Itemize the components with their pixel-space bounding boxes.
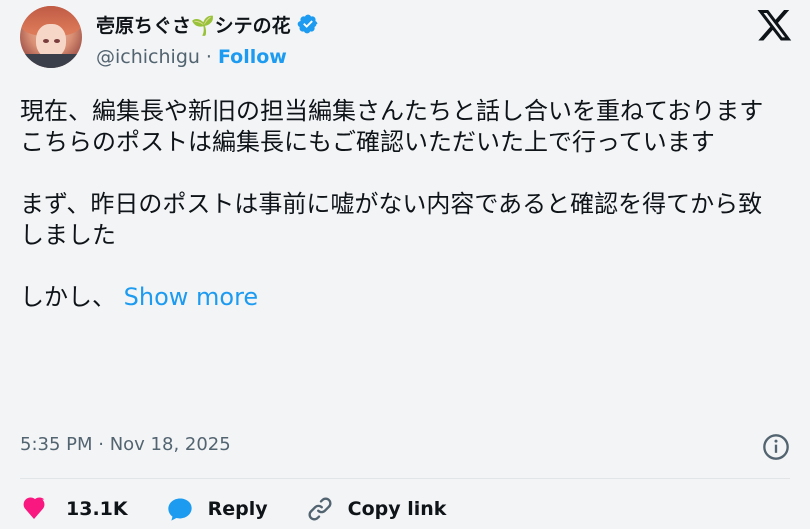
avatar-eye [54, 39, 60, 43]
avatar-eye [43, 39, 49, 43]
heart-icon [23, 497, 45, 519]
avatar[interactable] [20, 6, 82, 68]
copy-link-label: Copy link [347, 498, 447, 520]
tweet-body: 現在、編集長や新旧の担当編集さんたちと話し合いを重ねております こちらのポストは… [20, 97, 764, 311]
handle-row: @ichichigu · Follow [96, 46, 287, 68]
verified-badge-icon [297, 14, 318, 34]
tweet-timestamp[interactable]: 5:35 PM · Nov 18, 2025 [20, 434, 231, 455]
link-icon [308, 497, 332, 521]
show-more-link[interactable]: Show more [124, 283, 259, 311]
name-row: 壱原ちぐさ🌱シテの花 [96, 10, 319, 38]
tweet-text: 現在、編集長や新旧の担当編集さんたちと話し合いを重ねております こちらのポストは… [20, 96, 780, 313]
reply-button[interactable]: Reply [166, 495, 268, 523]
follow-button[interactable]: Follow [218, 46, 287, 68]
user-handle[interactable]: @ichichigu [96, 46, 200, 68]
divider [20, 478, 790, 479]
like-count: 13.1K [66, 498, 128, 520]
display-name[interactable]: 壱原ちぐさ🌱シテの花 [96, 11, 291, 38]
reply-bubble-icon [167, 498, 192, 521]
info-icon[interactable] [762, 433, 790, 461]
tweet-header: 壱原ちぐさ🌱シテの花 @ichichigu · Follow [0, 0, 810, 80]
x-logo-icon[interactable] [757, 10, 793, 42]
reply-label: Reply [207, 498, 268, 520]
copy-link-button[interactable]: Copy link [306, 495, 447, 523]
separator-dot: · [205, 46, 212, 68]
avatar-collar [20, 54, 82, 68]
avatar-face [36, 24, 66, 58]
like-button[interactable]: 13.1K [20, 495, 128, 523]
action-bar: 13.1K Reply Copy link [20, 490, 484, 528]
